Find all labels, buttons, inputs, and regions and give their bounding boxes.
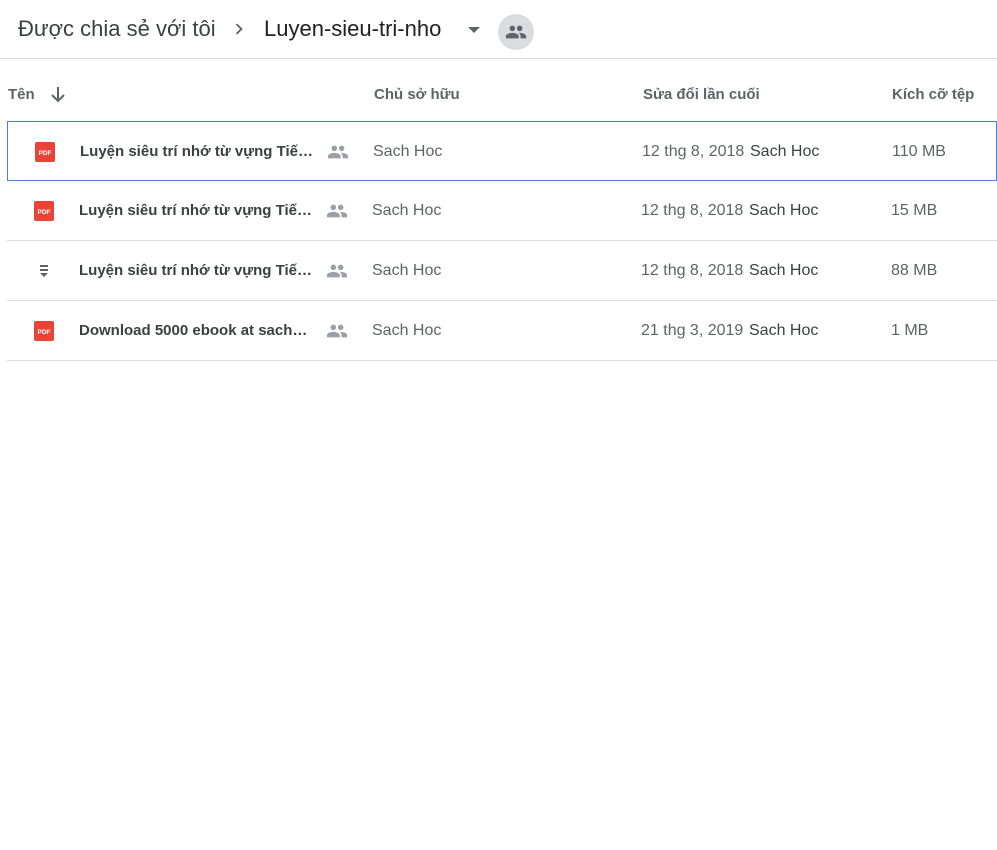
file-name: Luyện siêu trí nhớ từ vựng Tiến… — [79, 202, 319, 219]
file-modified-by: Sach Hoc — [750, 143, 820, 160]
file-row[interactable]: PDF Luyện siêu trí nhớ từ vựng Tiến… Sac… — [7, 121, 997, 181]
column-header-owner[interactable]: Chủ sở hữu — [374, 85, 460, 105]
chevron-right-icon — [228, 18, 250, 40]
file-size: 1 MB — [891, 322, 929, 339]
people-icon — [326, 200, 348, 222]
pdf-file-icon: PDF — [34, 201, 54, 221]
arrow-downward-icon[interactable] — [48, 84, 68, 106]
file-row[interactable]: PDF Luyện siêu trí nhớ từ vựng Tiến… Sac… — [7, 181, 997, 241]
file-owner: Sach Hoc — [372, 262, 442, 279]
file-owner: Sach Hoc — [372, 202, 442, 219]
people-icon — [326, 320, 348, 342]
people-icon — [327, 141, 349, 163]
drive-shared-folder-view: Được chia sẻ với tôi Luyen-sieu-tri-nho … — [0, 0, 997, 850]
file-modified-date: 12 thg 8, 2018 — [641, 262, 744, 279]
pdf-file-icon: PDF — [34, 321, 54, 341]
file-name: Luyện siêu trí nhớ từ vựng Tiến… — [80, 143, 320, 160]
breadcrumb: Được chia sẻ với tôi Luyen-sieu-tri-nho — [0, 0, 997, 59]
column-header-size[interactable]: Kích cỡ tệp — [892, 85, 974, 105]
column-header-modified[interactable]: Sửa đổi lần cuối — [643, 85, 760, 105]
file-modified-by: Sach Hoc — [749, 202, 819, 219]
people-icon — [326, 260, 348, 282]
file-name: Download 5000 ebook at sach… — [79, 322, 308, 339]
file-modified-by: Sach Hoc — [749, 262, 819, 279]
shared-folder-button[interactable] — [498, 14, 534, 50]
svg-text:PDF: PDF — [38, 209, 51, 216]
file-modified-date: 12 thg 8, 2018 — [641, 202, 744, 219]
svg-text:PDF: PDF — [39, 150, 52, 157]
breadcrumb-shared-with-me[interactable]: Được chia sẻ với tôi — [18, 15, 216, 43]
file-size: 88 MB — [891, 262, 938, 279]
file-modified-date: 12 thg 8, 2018 — [642, 143, 745, 160]
file-size: 110 MB — [892, 143, 946, 160]
file-modified-by: Sach Hoc — [749, 322, 819, 339]
archive-file-icon — [34, 261, 54, 281]
file-row[interactable]: PDF Download 5000 ebook at sach… Sach Ho… — [7, 301, 997, 361]
file-modified-date: 21 thg 3, 2019 — [641, 322, 744, 339]
file-name: Luyện siêu trí nhớ từ vựng Tiến… — [79, 262, 319, 279]
file-owner: Sach Hoc — [372, 322, 442, 339]
pdf-file-icon: PDF — [35, 142, 55, 162]
file-list: PDF Luyện siêu trí nhớ từ vựng Tiến… Sac… — [7, 121, 997, 361]
file-owner: Sach Hoc — [373, 143, 443, 160]
breadcrumb-current-folder[interactable]: Luyen-sieu-tri-nho — [264, 15, 441, 43]
people-icon — [505, 21, 527, 43]
arrow-drop-down-icon[interactable] — [465, 22, 483, 38]
column-header-name[interactable]: Tên — [8, 85, 35, 105]
file-size: 15 MB — [891, 202, 938, 219]
svg-text:PDF: PDF — [38, 329, 51, 336]
file-row[interactable]: Luyện siêu trí nhớ từ vựng Tiến… Sach Ho… — [7, 241, 997, 301]
